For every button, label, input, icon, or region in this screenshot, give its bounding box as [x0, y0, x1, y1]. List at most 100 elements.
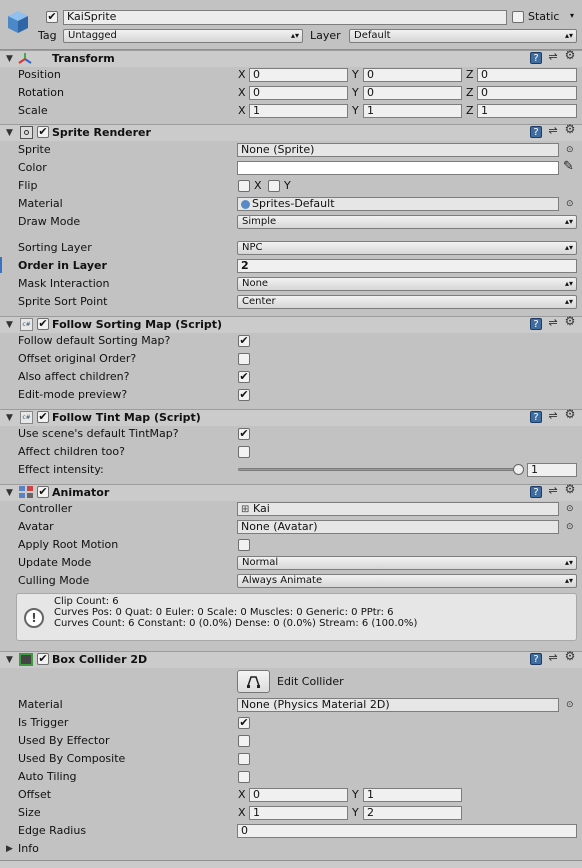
help-icon[interactable]: ?	[530, 653, 542, 665]
help-icon[interactable]: ?	[530, 52, 542, 64]
name-field[interactable]: KaiSprite	[63, 10, 507, 25]
offset-original-order-checkbox[interactable]	[238, 353, 250, 365]
axis-z-label: Z	[466, 68, 474, 81]
presets-icon[interactable]: ⇌	[547, 410, 559, 422]
fold-arrow-icon[interactable]: ▼	[6, 53, 13, 65]
axis-y-label: Y	[352, 806, 359, 819]
sorting-layer-dropdown[interactable]: NPC ▴▾	[237, 241, 577, 255]
effect-intensity-label: Effect intensity:	[18, 463, 104, 476]
tag-value: Untagged	[68, 30, 117, 41]
position-y-field[interactable]: 0	[363, 68, 462, 82]
also-affect-children-checkbox[interactable]: ✔	[238, 371, 250, 383]
color-field[interactable]	[237, 161, 559, 175]
presets-icon[interactable]: ⇌	[547, 317, 559, 329]
layer-dropdown[interactable]: Default ▴▾	[349, 29, 577, 43]
collider-material-field[interactable]: None (Physics Material 2D)	[237, 698, 559, 712]
fold-arrow-icon[interactable]: ▼	[6, 319, 13, 331]
static-checkbox[interactable]	[512, 11, 524, 23]
edit-mode-preview-checkbox[interactable]: ✔	[238, 389, 250, 401]
sprite-field[interactable]: None (Sprite)	[237, 143, 559, 157]
size-y-field[interactable]: 2	[363, 806, 462, 820]
sprite-sort-point-dropdown[interactable]: Center ▴▾	[237, 295, 577, 309]
update-mode-value: Normal	[242, 557, 279, 568]
offset-y-field[interactable]: 1	[363, 788, 462, 802]
presets-icon[interactable]: ⇌	[547, 485, 559, 497]
scale-z-field[interactable]: 1	[477, 104, 577, 118]
culling-mode-dropdown[interactable]: Always Animate ▴▾	[237, 574, 577, 588]
position-x-field[interactable]: 0	[249, 68, 348, 82]
use-default-tintmap-label: Use scene's default TintMap?	[18, 427, 179, 440]
fold-arrow-icon[interactable]: ▼	[6, 654, 13, 666]
follow-default-sorting-map-checkbox[interactable]: ✔	[238, 335, 250, 347]
active-checkbox[interactable]: ✔	[46, 11, 58, 23]
curves-count-text: Curves Count: 6 Constant: 0 (0.0%) Dense…	[54, 618, 418, 629]
edge-radius-field[interactable]: 0	[237, 824, 577, 838]
offset-x-field[interactable]: 0	[249, 788, 348, 802]
gameobject-icon	[6, 9, 30, 35]
apply-root-motion-checkbox[interactable]	[238, 539, 250, 551]
material-field[interactable]: Sprites-Default	[237, 197, 559, 211]
rotation-z-field[interactable]: 0	[477, 86, 577, 100]
order-in-layer-field[interactable]: 2	[237, 259, 577, 273]
object-picker-icon[interactable]: ⊙	[566, 503, 574, 515]
tag-dropdown[interactable]: Untagged ▴▾	[63, 29, 303, 43]
effect-intensity-slider[interactable]	[238, 468, 518, 471]
object-picker-icon[interactable]: ⊙	[566, 198, 574, 210]
animator-enabled-checkbox[interactable]: ✔	[37, 486, 49, 498]
draw-mode-dropdown[interactable]: Simple ▴▾	[237, 215, 577, 229]
scale-x-field[interactable]: 1	[249, 104, 348, 118]
rotation-x-field[interactable]: 0	[249, 86, 348, 100]
fold-arrow-icon[interactable]: ▼	[6, 127, 13, 139]
box-collider-enabled-checkbox[interactable]: ✔	[37, 653, 49, 665]
gear-icon[interactable]: ⚙	[564, 483, 576, 496]
order-in-layer-label: Order in Layer	[18, 259, 107, 272]
fold-arrow-icon[interactable]: ▼	[6, 487, 13, 499]
help-icon[interactable]: ?	[530, 126, 542, 138]
eyedropper-icon[interactable]: ✎	[563, 159, 574, 174]
material-icon	[241, 200, 250, 209]
effect-intensity-slider-handle[interactable]	[513, 464, 524, 475]
object-picker-icon[interactable]: ⊙	[566, 699, 574, 711]
fold-arrow-icon[interactable]: ▼	[6, 412, 13, 424]
effect-intensity-field[interactable]: 1	[527, 463, 577, 477]
mask-interaction-dropdown[interactable]: None ▴▾	[237, 277, 577, 291]
gear-icon[interactable]: ⚙	[564, 49, 576, 62]
scale-y-field[interactable]: 1	[363, 104, 462, 118]
flip-x-checkbox[interactable]	[238, 180, 250, 192]
help-icon[interactable]: ?	[530, 486, 542, 498]
gear-icon[interactable]: ⚙	[564, 315, 576, 328]
sorting-layer-value: NPC	[242, 242, 263, 253]
follow-default-sorting-map-label: Follow default Sorting Map?	[18, 334, 171, 347]
static-dropdown[interactable]: ▾	[563, 10, 577, 25]
controller-field[interactable]: ⊞ Kai	[237, 502, 559, 516]
controller-value: Kai	[253, 502, 270, 515]
affect-children-too-checkbox[interactable]	[238, 446, 250, 458]
gear-icon[interactable]: ⚙	[564, 650, 576, 663]
help-icon[interactable]: ?	[530, 411, 542, 423]
use-default-tintmap-checkbox[interactable]: ✔	[238, 428, 250, 440]
info-fold-arrow-icon[interactable]: ▶	[6, 843, 13, 855]
follow-sorting-map-enabled-checkbox[interactable]: ✔	[37, 318, 49, 330]
position-z-field[interactable]: 0	[477, 68, 577, 82]
sprite-renderer-enabled-checkbox[interactable]: ✔	[37, 126, 49, 138]
rotation-y-field[interactable]: 0	[363, 86, 462, 100]
presets-icon[interactable]: ⇌	[547, 125, 559, 137]
next-component-header[interactable]	[0, 861, 582, 868]
presets-icon[interactable]: ⇌	[547, 51, 559, 63]
gear-icon[interactable]: ⚙	[564, 123, 576, 136]
help-icon[interactable]: ?	[530, 318, 542, 330]
used-by-composite-checkbox[interactable]	[238, 753, 250, 765]
gear-icon[interactable]: ⚙	[564, 408, 576, 421]
update-mode-dropdown[interactable]: Normal ▴▾	[237, 556, 577, 570]
avatar-field[interactable]: None (Avatar)	[237, 520, 559, 534]
object-picker-icon[interactable]: ⊙	[566, 521, 574, 533]
flip-y-checkbox[interactable]	[268, 180, 280, 192]
auto-tiling-checkbox[interactable]	[238, 771, 250, 783]
edit-collider-button[interactable]	[237, 670, 270, 693]
follow-tint-map-enabled-checkbox[interactable]: ✔	[37, 411, 49, 423]
used-by-effector-checkbox[interactable]	[238, 735, 250, 747]
presets-icon[interactable]: ⇌	[547, 652, 559, 664]
is-trigger-checkbox[interactable]: ✔	[238, 717, 250, 729]
object-picker-icon[interactable]: ⊙	[566, 144, 574, 156]
size-x-field[interactable]: 1	[249, 806, 348, 820]
